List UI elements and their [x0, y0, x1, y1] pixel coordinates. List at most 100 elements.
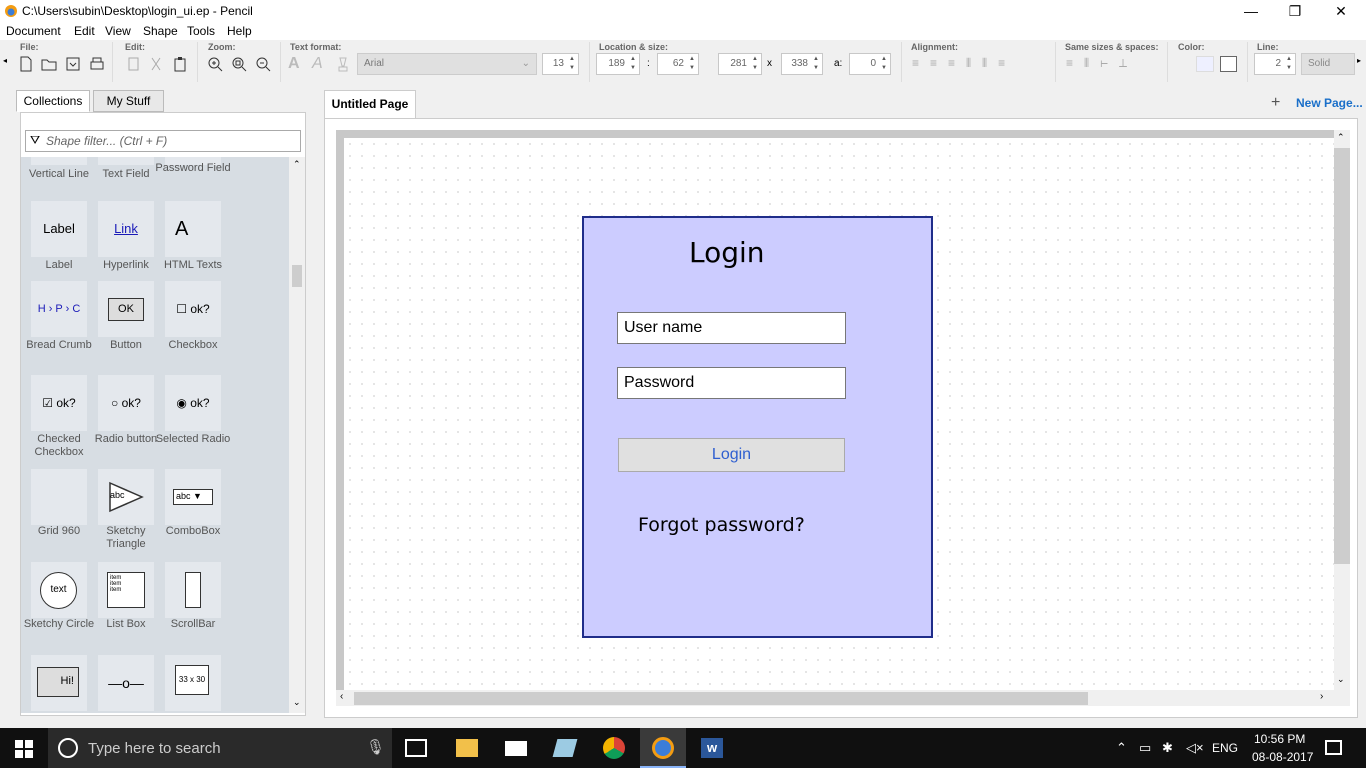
- text-clear-icon[interactable]: [334, 55, 352, 73]
- volume-muted-icon[interactable]: ◁×: [1186, 740, 1204, 756]
- mockup-username-field[interactable]: User name: [617, 312, 846, 344]
- shape-radio-button[interactable]: ○ ok?: [98, 375, 154, 431]
- chrome-icon[interactable]: [603, 737, 625, 759]
- plus-icon[interactable]: +: [1271, 94, 1280, 112]
- shape-grid-960[interactable]: [31, 469, 87, 525]
- clock-date[interactable]: 08-08-2017: [1252, 750, 1313, 764]
- align-icons[interactable]: ≡≡≡⫴⫴≡: [912, 56, 1016, 71]
- language-indicator[interactable]: ENG: [1212, 741, 1238, 755]
- text-bold-icon[interactable]: A: [288, 55, 300, 73]
- mockup-login-button[interactable]: Login: [618, 438, 845, 472]
- wifi-icon[interactable]: ✱: [1162, 740, 1173, 756]
- font-size-input[interactable]: 13 ▲ ▼: [542, 53, 579, 75]
- pencil-taskbar-item[interactable]: [640, 728, 686, 768]
- shape-sketchy-circle[interactable]: text: [31, 562, 87, 618]
- same-size-icons[interactable]: ≡⫴⊢⊥: [1066, 56, 1138, 71]
- font-family-select[interactable]: Arial ⌄: [357, 53, 537, 75]
- location-x-input[interactable]: 189 ▲ ▼: [596, 53, 640, 75]
- menu-help[interactable]: Help: [227, 24, 252, 38]
- shape-combobox[interactable]: abc ▼: [165, 469, 221, 525]
- print-icon[interactable]: [88, 55, 106, 73]
- cut-icon[interactable]: [147, 55, 165, 73]
- scroll-down-icon[interactable]: ⌄: [1337, 674, 1345, 685]
- text-italic-icon[interactable]: A: [312, 55, 323, 73]
- shape-scrollbar[interactable]: [165, 562, 221, 618]
- menu-edit[interactable]: Edit: [74, 24, 95, 38]
- scrollbar-thumb[interactable]: [1334, 148, 1350, 564]
- close-button[interactable]: ✕: [1318, 0, 1364, 22]
- scroll-up-icon[interactable]: ⌃: [1337, 132, 1345, 143]
- spinner-arrows-icon[interactable]: ▲ ▼: [687, 55, 697, 73]
- microphone-icon[interactable]: 🎙: [366, 738, 385, 756]
- shape-selected-radio[interactable]: ◉ ok?: [165, 375, 221, 431]
- location-y-input[interactable]: 62 ▲ ▼: [657, 53, 699, 75]
- new-document-icon[interactable]: [17, 55, 35, 73]
- width-input[interactable]: 281 ▲ ▼: [718, 53, 762, 75]
- battery-icon[interactable]: ▭: [1139, 740, 1151, 756]
- windows-start-icon[interactable]: [15, 740, 33, 758]
- toolbar-overflow-icon[interactable]: ▸: [1357, 56, 1361, 65]
- open-folder-icon[interactable]: [40, 55, 58, 73]
- shape-button[interactable]: OK: [98, 281, 154, 337]
- zoom-out-icon[interactable]: [254, 55, 272, 73]
- mail-icon[interactable]: [505, 741, 527, 756]
- scroll-right-icon[interactable]: ›: [1320, 691, 1323, 702]
- taskbar-search-box[interactable]: Type here to search 🎙: [48, 728, 392, 768]
- tab-untitled-page[interactable]: Untitled Page: [324, 90, 416, 118]
- action-center-icon[interactable]: [1325, 740, 1342, 755]
- canvas-horizontal-scrollbar[interactable]: ‹ ›: [336, 690, 1350, 706]
- task-view-icon[interactable]: [405, 739, 427, 757]
- shape-slider[interactable]: —o—: [98, 655, 154, 711]
- spinner-arrows-icon[interactable]: ▲ ▼: [1284, 55, 1294, 73]
- shape-label-widget[interactable]: Label: [31, 201, 87, 257]
- word-icon[interactable]: w: [701, 738, 723, 758]
- shape-image-placeholder[interactable]: 33 x 30: [165, 655, 221, 711]
- line-style-select[interactable]: Solid: [1301, 53, 1355, 75]
- spinner-arrows-icon[interactable]: ▲ ▼: [628, 55, 638, 73]
- menu-document[interactable]: Document: [6, 24, 61, 38]
- shape-list-box[interactable]: item item item: [98, 562, 154, 618]
- tab-my-stuff[interactable]: My Stuff: [93, 90, 164, 112]
- menu-shape[interactable]: Shape: [143, 24, 178, 38]
- mockup-forgot-password[interactable]: Forgot password?: [638, 514, 805, 536]
- mockup-password-field[interactable]: Password: [617, 367, 846, 399]
- zoom-in-icon[interactable]: [206, 55, 224, 73]
- shape-list-scrollbar[interactable]: ⌃ ⌄: [289, 157, 305, 713]
- scrollbar-thumb[interactable]: [354, 692, 1088, 705]
- new-page-link[interactable]: New Page...: [1296, 96, 1363, 110]
- shape-checkbox[interactable]: ☐ ok?: [165, 281, 221, 337]
- stroke-color-swatch[interactable]: [1220, 56, 1237, 72]
- spinner-arrows-icon[interactable]: ▲ ▼: [879, 55, 889, 73]
- canvas-vertical-scrollbar[interactable]: ⌃ ⌄: [1334, 130, 1350, 690]
- scroll-left-icon[interactable]: ‹: [340, 691, 343, 702]
- shape-html-texts[interactable]: A: [165, 201, 221, 257]
- save-icon[interactable]: [64, 55, 82, 73]
- spinner-arrows-icon[interactable]: ▲ ▼: [811, 55, 821, 73]
- restore-button[interactable]: ❐: [1272, 0, 1318, 22]
- spinner-arrows-icon[interactable]: ▲ ▼: [750, 55, 760, 73]
- height-input[interactable]: 338 ▲ ▼: [781, 53, 823, 75]
- scrollbar-thumb[interactable]: [292, 265, 302, 287]
- tab-collections[interactable]: Collections: [16, 90, 90, 112]
- minimize-button[interactable]: —: [1228, 0, 1274, 22]
- scroll-up-icon[interactable]: ⌃: [293, 159, 301, 170]
- shape-checked-checkbox[interactable]: ☑ ok?: [31, 375, 87, 431]
- zoom-fit-icon[interactable]: [230, 55, 248, 73]
- shape-filter-input[interactable]: ⛛ Shape filter... (Ctrl + F): [25, 130, 301, 152]
- show-hidden-icons-icon[interactable]: ⌃: [1116, 740, 1127, 756]
- line-width-input[interactable]: 2 ▲ ▼: [1254, 53, 1296, 75]
- login-mockup-panel[interactable]: [582, 216, 933, 638]
- menu-tools[interactable]: Tools: [187, 24, 215, 38]
- copy-icon[interactable]: [124, 55, 142, 73]
- shape-notification[interactable]: Hi!: [31, 655, 87, 711]
- shape-sketchy-triangle[interactable]: abc: [98, 469, 154, 525]
- shape-hyperlink[interactable]: Link: [98, 201, 154, 257]
- menu-view[interactable]: View: [105, 24, 131, 38]
- paste-icon[interactable]: [171, 55, 189, 73]
- spinner-arrows-icon[interactable]: ▲ ▼: [567, 55, 577, 73]
- angle-input[interactable]: 0 ▲ ▼: [849, 53, 891, 75]
- fill-color-swatch[interactable]: [1196, 56, 1214, 72]
- scroll-down-icon[interactable]: ⌄: [293, 697, 301, 708]
- clock-time[interactable]: 10:56 PM: [1254, 732, 1305, 746]
- shape-bread-crumb[interactable]: H › P › C: [31, 281, 87, 337]
